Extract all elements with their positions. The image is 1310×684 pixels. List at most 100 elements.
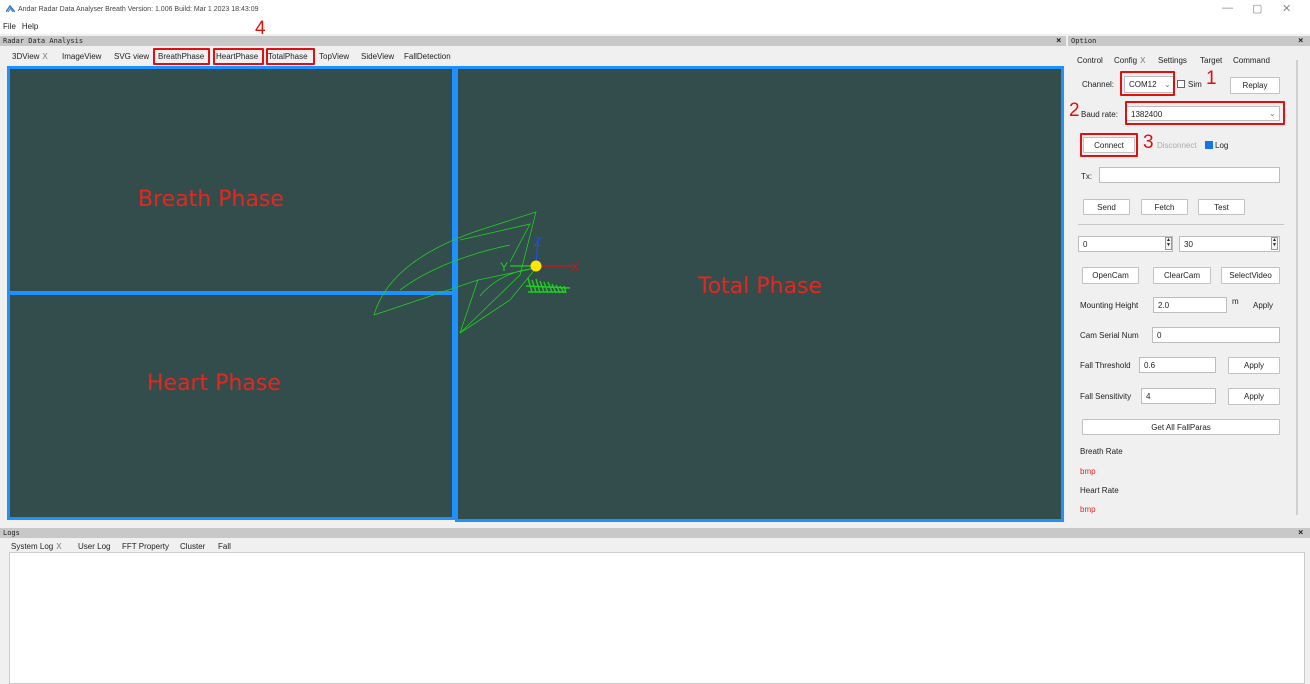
tab-3dview-label: 3DView: [12, 52, 40, 61]
spinbox-start-value: 0: [1083, 240, 1088, 249]
mounting-height-label: Mounting Height: [1080, 301, 1139, 310]
tx-input[interactable]: [1099, 167, 1280, 183]
heart-phase-label: Heart Phase: [147, 371, 281, 396]
menu-help[interactable]: Help: [19, 20, 41, 34]
menu-bar: File Help: [0, 20, 1310, 34]
sim-label: Sim: [1188, 80, 1202, 89]
open-cam-button[interactable]: OpenCam: [1082, 267, 1139, 284]
tab-command[interactable]: Command: [1233, 54, 1270, 68]
heart-rate-label: Heart Rate: [1080, 486, 1119, 495]
tab-system-log-label: System Log: [11, 542, 54, 551]
app-logo-icon: [6, 5, 15, 12]
breath-rate-value: bmp: [1080, 467, 1096, 476]
tab-close-icon[interactable]: X: [1140, 56, 1145, 65]
maximize-button[interactable]: ▢: [1252, 2, 1262, 15]
highlight-totalphase-tab: [266, 48, 315, 65]
tab-control[interactable]: Control: [1077, 54, 1103, 68]
annotation-number-2: 2: [1069, 100, 1080, 121]
analysis-dock-header: Radar Data Analysis ×: [0, 36, 1066, 46]
minimize-button[interactable]: —: [1222, 2, 1233, 14]
menu-file[interactable]: File: [0, 20, 19, 34]
fall-sensitivity-apply-button[interactable]: Apply: [1228, 388, 1280, 405]
select-video-button[interactable]: SelectVideo: [1221, 267, 1280, 284]
breath-phase-label: Breath Phase: [138, 187, 284, 212]
log-checkbox[interactable]: [1205, 141, 1213, 149]
total-phase-label: Total Phase: [698, 274, 823, 299]
radar-arc-2: [459, 223, 531, 263]
tab-close-icon[interactable]: X: [56, 542, 61, 551]
option-dock-header: Option ×: [1068, 36, 1310, 46]
logs-dock-title: Logs: [3, 529, 20, 537]
option-panel: Control Config X Settings Target Command …: [1068, 48, 1310, 522]
get-all-fallparas-button[interactable]: Get All FallParas: [1082, 419, 1280, 435]
fall-threshold-input[interactable]: 0.6: [1139, 357, 1216, 373]
window-title: Andar Radar Data Analyser Breath Version…: [18, 6, 259, 13]
send-button[interactable]: Send: [1083, 199, 1130, 215]
log-label: Log: [1215, 141, 1229, 150]
baud-rate-label: Baud rate:: [1081, 110, 1118, 119]
tab-config-label: Config: [1114, 56, 1138, 65]
disconnect-button[interactable]: Disconnect: [1157, 141, 1197, 150]
tab-close-icon[interactable]: X: [42, 52, 47, 61]
point-cloud: [525, 277, 571, 294]
fetch-button[interactable]: Fetch: [1141, 199, 1188, 215]
fall-sensitivity-input[interactable]: 4: [1141, 388, 1216, 404]
spinbox-end[interactable]: 30: [1179, 236, 1280, 252]
logs-dock-close-icon[interactable]: ×: [1298, 528, 1303, 538]
x-axis-label: X: [571, 260, 579, 274]
fall-sensitivity-label: Fall Sensitivity: [1080, 392, 1132, 401]
z-axis-label: Z: [534, 235, 541, 249]
breath-rate-label: Breath Rate: [1080, 447, 1123, 456]
highlight-heartphase-tab: [213, 48, 264, 65]
tab-sideview[interactable]: SideView: [361, 50, 394, 64]
logs-dock-header: Logs ×: [0, 528, 1310, 538]
radar-origin-marker: [530, 260, 542, 272]
radar-3d-plot: Z Y X: [373, 211, 579, 334]
mounting-unit: m: [1232, 297, 1239, 306]
fall-threshold-label: Fall Threshold: [1080, 361, 1131, 370]
system-log-output[interactable]: [9, 552, 1305, 684]
logs-dock: Logs × System Log X User Log FFT Property…: [0, 528, 1310, 684]
title-bar: Andar Radar Data Analyser Breath Version…: [0, 0, 1310, 20]
spinbox-end-value: 30: [1184, 240, 1193, 249]
heart-rate-value: bmp: [1080, 505, 1096, 514]
replay-button[interactable]: Replay: [1230, 77, 1280, 94]
tab-config[interactable]: Config X: [1114, 54, 1145, 68]
divider: [1078, 224, 1284, 225]
close-window-button[interactable]: ✕: [1282, 2, 1291, 15]
tx-label: Tx:: [1081, 172, 1093, 181]
highlight-breathphase-tab: [153, 48, 210, 65]
tab-imageview[interactable]: ImageView: [62, 50, 101, 64]
tab-topview[interactable]: TopView: [319, 50, 349, 64]
spin-arrows-icon[interactable]: ▲ ▼: [1165, 237, 1172, 250]
highlight-channel-select: [1120, 71, 1175, 96]
highlight-connect-button: [1080, 133, 1138, 157]
option-dock-close-icon[interactable]: ×: [1298, 36, 1303, 46]
spin-arrows-icon[interactable]: ▲ ▼: [1271, 237, 1278, 250]
tab-settings[interactable]: Settings: [1158, 54, 1187, 68]
annotation-number-1: 1: [1206, 68, 1217, 89]
analysis-dock-title: Radar Data Analysis: [3, 37, 84, 45]
cam-serial-input[interactable]: 0: [1152, 327, 1280, 343]
clear-cam-button[interactable]: ClearCam: [1153, 267, 1211, 284]
test-button[interactable]: Test: [1198, 199, 1245, 215]
cam-serial-label: Cam Serial Num: [1080, 331, 1139, 340]
tab-falldetection[interactable]: FallDetection: [404, 50, 451, 64]
annotation-number-3: 3: [1143, 132, 1154, 153]
tab-3dview[interactable]: 3DView X: [12, 50, 48, 64]
spinbox-start[interactable]: 0: [1078, 236, 1173, 252]
y-axis-label: Y: [500, 260, 508, 274]
tab-svg-view[interactable]: SVG view: [114, 50, 149, 64]
analysis-dock-close-icon[interactable]: ×: [1056, 36, 1061, 46]
tab-target[interactable]: Target: [1200, 54, 1222, 68]
channel-label: Channel:: [1082, 80, 1115, 89]
option-dock-title: Option: [1071, 37, 1097, 45]
option-scrollbar[interactable]: [1296, 60, 1298, 515]
mounting-apply-button[interactable]: Apply: [1253, 301, 1273, 310]
fall-threshold-apply-button[interactable]: Apply: [1228, 357, 1280, 374]
mounting-height-input[interactable]: 2.0: [1153, 297, 1227, 313]
highlight-baud-rate: [1125, 101, 1285, 125]
sim-checkbox[interactable]: [1177, 80, 1185, 88]
radar-fov-wireframe: [373, 211, 537, 334]
annotation-number-4: 4: [255, 18, 266, 39]
